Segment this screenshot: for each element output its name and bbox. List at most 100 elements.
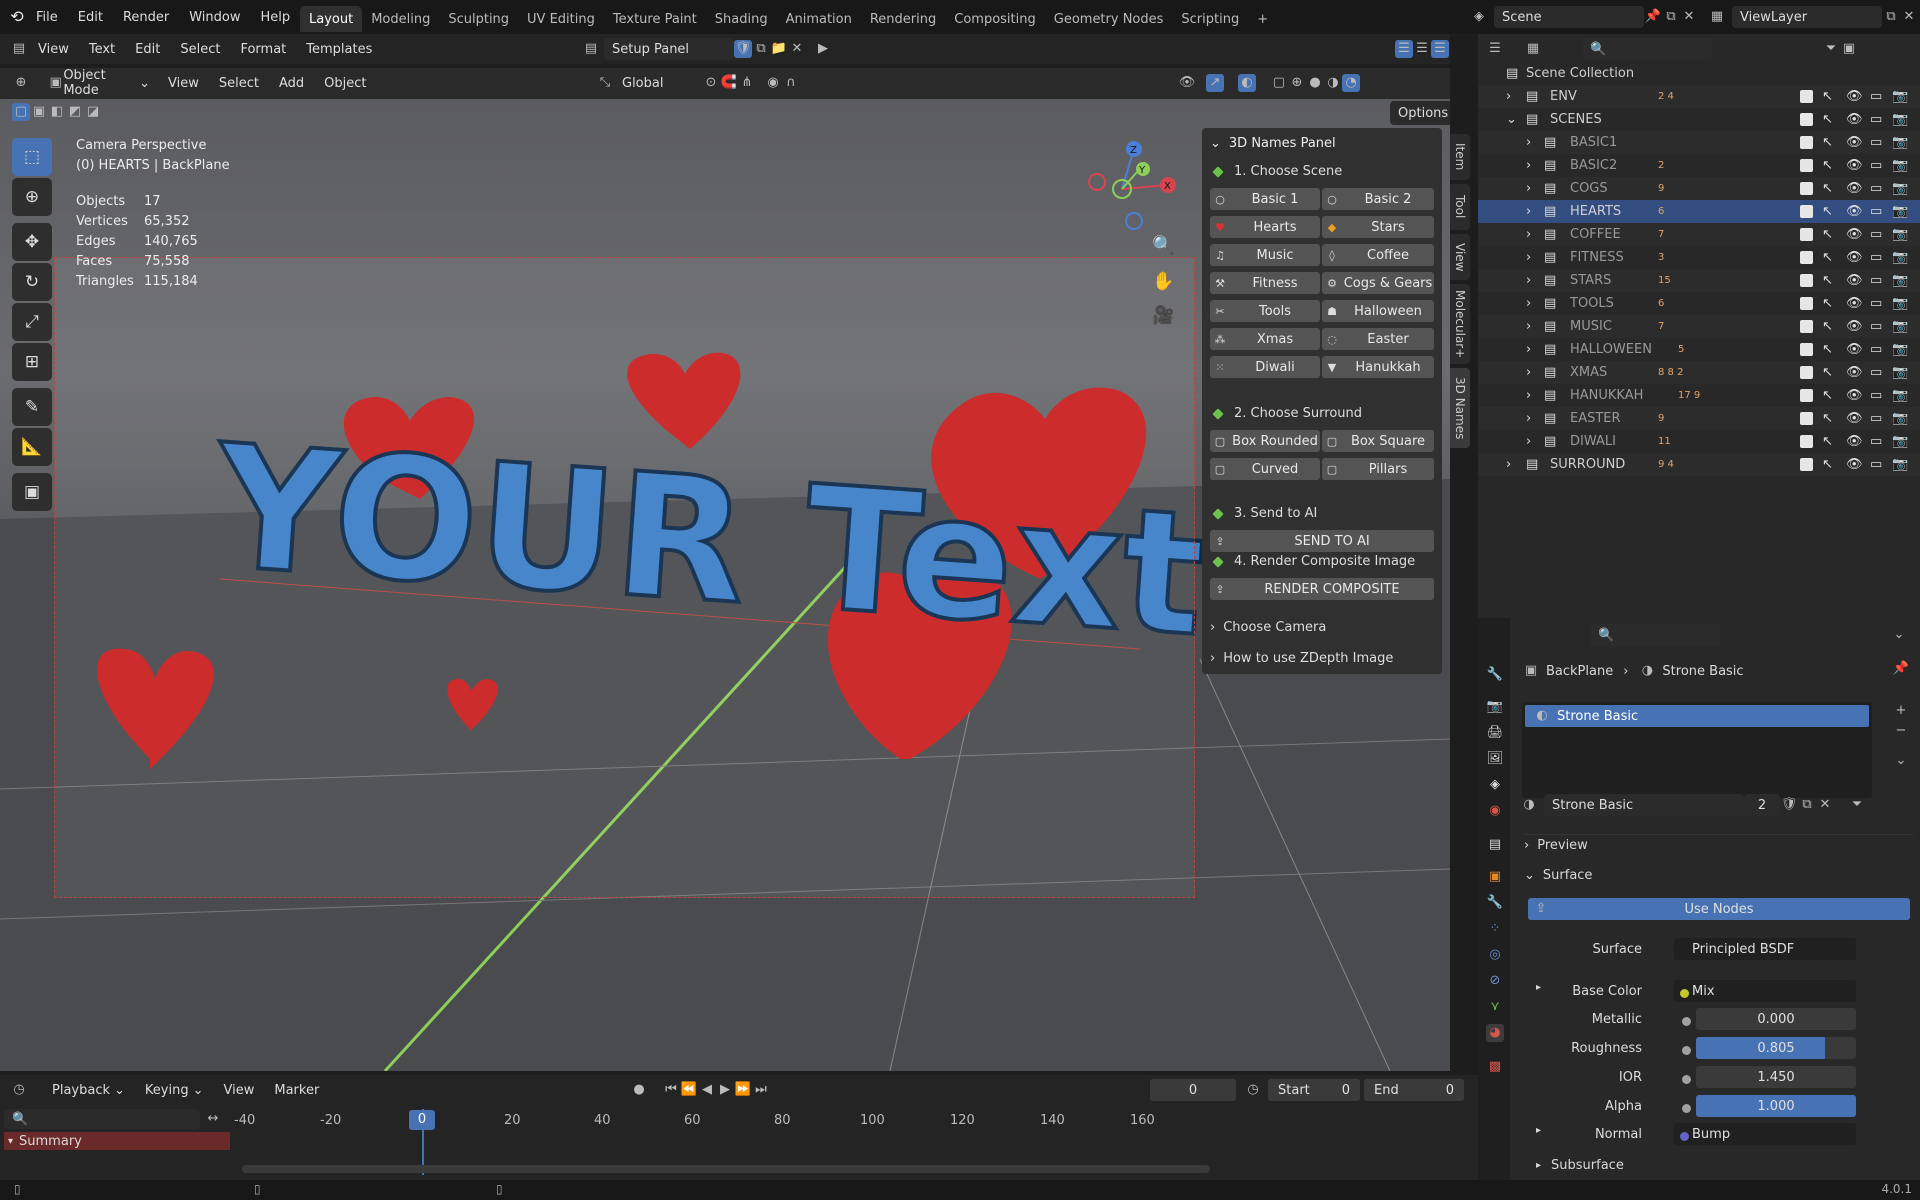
end-frame-field[interactable]: End 0 [1364,1079,1464,1101]
eye-icon[interactable]: 👁 [1846,342,1863,357]
render-tab-icon[interactable]: 📷 [1486,698,1504,716]
object-tab-icon[interactable]: ▣ [1486,868,1504,886]
camera-icon[interactable]: 📷 [1892,181,1908,196]
camera-icon[interactable]: 📷 [1892,296,1908,311]
pivot-icon[interactable]: ⊙ [702,74,720,92]
swap-icon[interactable]: ↔ [204,1110,222,1128]
roughness-slider[interactable]: 0.805 [1696,1037,1856,1059]
new-scene-icon[interactable]: ⧉ [1662,8,1680,26]
add-workspace-button[interactable]: + [1248,6,1277,32]
text-menu-text[interactable]: Text [79,38,125,60]
falloff-icon[interactable]: ∩ [782,74,800,92]
constraints-tab-icon[interactable]: ⊘ [1486,972,1504,990]
slot-specials-icon[interactable]: ⌄ [1892,752,1910,770]
tab-animation[interactable]: Animation [777,6,861,32]
outliner-row-stars[interactable]: › ▤ STARS 15 ↖ 👁 ▭ 📷 [1478,269,1920,292]
clock-icon[interactable]: ◷ [1244,1081,1262,1099]
delete-viewlayer-icon[interactable]: ✕ [1900,8,1918,26]
add-slot-icon[interactable]: + [1892,702,1910,720]
eye-icon[interactable]: 👁 [1846,158,1863,173]
playhead-frame[interactable]: 0 [409,1110,435,1130]
monitor-icon[interactable]: ▭ [1870,434,1882,449]
orientation-selector[interactable]: Global [614,72,694,94]
snap-icon[interactable]: 🧲 [720,74,738,92]
eye-icon[interactable]: 👁 [1846,319,1863,334]
monitor-icon[interactable]: ▭ [1870,158,1882,173]
monitor-icon[interactable]: ▭ [1870,250,1882,265]
select-arrow-icon[interactable]: ↖ [1822,457,1833,472]
viewlayer-selector[interactable]: ViewLayer [1732,6,1882,28]
select-intersect-icon[interactable]: ◪ [84,103,102,121]
surround-pillars-button[interactable]: ▢ Pillars [1322,458,1434,480]
outliner-row-hearts[interactable]: › ▤ HEARTS 6 ↖ 👁 ▭ 📷 [1478,200,1920,223]
camera-icon[interactable]: 📷 [1892,365,1908,380]
exclude-checkbox[interactable] [1800,159,1813,172]
exclude-checkbox[interactable] [1800,251,1813,264]
rendered-shading-icon[interactable]: ◔ [1342,74,1360,92]
scene-xmas-button[interactable]: ⁂ Xmas [1210,328,1320,350]
monitor-icon[interactable]: ▭ [1870,89,1882,104]
material-browse-icon[interactable]: ◑ [1520,796,1538,814]
material-shading-icon[interactable]: ◑ [1324,74,1342,92]
tab-compositing[interactable]: Compositing [945,6,1045,32]
outliner-row-basic2[interactable]: › ▤ BASIC2 2 ↖ 👁 ▭ 📷 [1478,154,1920,177]
viewlayer-icon[interactable]: ▦ [1708,8,1726,26]
record-icon[interactable]: ● [630,1081,648,1099]
modifier-tab-icon[interactable]: 🔧 [1486,894,1504,912]
eye-icon[interactable]: 👁 [1846,181,1863,196]
timeline-menu-view[interactable]: View [214,1079,265,1101]
collection-tab-icon[interactable]: ▤ [1486,836,1504,854]
exclude-checkbox[interactable] [1800,297,1813,310]
select-arrow-icon[interactable]: ↖ [1822,227,1833,242]
new-viewlayer-icon[interactable]: ⧉ [1882,8,1900,26]
tab-rendering[interactable]: Rendering [861,6,945,32]
navigation-gizmo[interactable]: Z X Y [1082,137,1182,237]
scene-music-button[interactable]: ♫ Music [1210,244,1320,266]
outliner-row-basic1[interactable]: › ▤ BASIC1 ↖ 👁 ▭ 📷 [1478,131,1920,154]
monitor-icon[interactable]: ▭ [1870,204,1882,219]
xray-icon[interactable]: ▢ [1270,74,1288,92]
select-arrow-icon[interactable]: ↖ [1822,112,1833,127]
material-filter-icon[interactable]: ⏷ [1848,796,1866,814]
monitor-icon[interactable]: ▭ [1870,227,1882,242]
use-nodes-button[interactable]: ⇪ Use Nodes [1528,898,1910,920]
monitor-icon[interactable]: ▭ [1870,296,1882,311]
surround-box-square-button[interactable]: ▢ Box Square [1322,430,1434,452]
metallic-slider[interactable]: 0.000 [1696,1008,1856,1030]
camera-icon[interactable]: 📷 [1892,135,1908,150]
select-new-icon[interactable]: ▢ [12,103,30,121]
camera-icon[interactable]: 📷 [1892,227,1908,242]
tab-texture-paint[interactable]: Texture Paint [604,6,706,32]
exclude-checkbox[interactable] [1800,228,1813,241]
sidebar-tab-3d-names[interactable]: 3D Names [1450,368,1470,448]
open-text-icon[interactable]: 📁 [770,40,788,58]
timeline-menu-marker[interactable]: Marker [264,1079,329,1101]
eye-icon[interactable]: 👁 [1846,388,1863,403]
jump-end-icon[interactable]: ⏭ [752,1081,770,1099]
monitor-icon[interactable]: ▭ [1870,365,1882,380]
unlink-material-icon[interactable]: ✕ [1816,796,1834,814]
surface-panel[interactable]: ⌄ Surface [1524,864,1914,886]
tab-geometry-nodes[interactable]: Geometry Nodes [1045,6,1173,32]
eye-icon[interactable]: 👁 [1846,411,1863,426]
sidebar-tab-tool[interactable]: Tool [1450,184,1470,230]
cursor-tool[interactable]: ⊕ [12,178,52,216]
particles-tab-icon[interactable]: ⁘ [1486,920,1504,938]
texture-tab-icon[interactable]: ▩ [1486,1058,1504,1076]
new-collection-icon[interactable]: ▣ [1840,40,1858,58]
scene-basic-2-button[interactable]: ○ Basic 2 [1322,188,1434,210]
panel-header[interactable]: ⌄ 3D Names Panel [1210,136,1336,151]
pin-icon[interactable]: 📌 [1644,8,1662,26]
outliner-row-music[interactable]: › ▤ MUSIC 7 ↖ 👁 ▭ 📷 [1478,315,1920,338]
camera-icon[interactable]: 📷 [1892,342,1908,357]
text-menu-format[interactable]: Format [230,38,296,60]
text-menu-select[interactable]: Select [170,38,230,60]
material-tab-icon[interactable]: ◕ [1486,1024,1504,1042]
eye-icon[interactable]: 👁 [1846,112,1863,127]
outliner-row-xmas[interactable]: › ▤ XMAS 8 8 2 ↖ 👁 ▭ 📷 [1478,361,1920,384]
add-cube-tool[interactable]: ▣ [12,473,52,511]
outliner-row-env[interactable]: › ▤ ENV 2 4 ↖ 👁 ▭ 📷 [1478,85,1920,108]
outliner-row-scenes[interactable]: ⌄ ▤ SCENES ↖ 👁 ▭ 📷 [1478,108,1920,131]
outliner-row-coffee[interactable]: › ▤ COFFEE 7 ↖ 👁 ▭ 📷 [1478,223,1920,246]
select-subtract-icon[interactable]: ◧ [48,103,66,121]
